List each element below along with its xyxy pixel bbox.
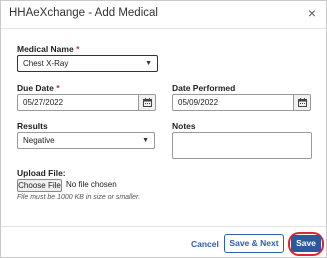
save-next-button[interactable]: Save & Next: [224, 234, 284, 253]
dialog-titlebar: HHAeXchange - Add Medical ×: [1, 1, 326, 29]
dialog-title: HHAeXchange - Add Medical: [9, 7, 158, 19]
due-date-value: 05/27/2022: [23, 98, 64, 107]
required-marker: *: [56, 83, 60, 93]
chevron-down-icon: ▼: [145, 60, 152, 67]
footer-divider: [1, 226, 326, 227]
due-date-label: Due Date *: [17, 83, 60, 93]
due-date-label-text: Due Date: [17, 83, 54, 93]
notes-textarea[interactable]: [172, 132, 312, 159]
medical-name-label-text: Medical Name: [17, 44, 74, 54]
date-performed-label: Date Performed: [172, 83, 236, 93]
upload-file-label: Upload File:: [17, 168, 66, 178]
due-date-input[interactable]: 05/27/2022: [17, 94, 139, 111]
date-performed-value: 05/09/2022: [178, 98, 219, 107]
due-date-calendar-button[interactable]: [139, 94, 156, 111]
notes-label: Notes: [172, 121, 196, 131]
date-performed-input[interactable]: 05/09/2022: [172, 94, 294, 111]
save-button[interactable]: Save: [291, 235, 321, 252]
file-status-text: No file chosen: [66, 180, 117, 189]
medical-name-select[interactable]: Chest X-Ray ▼: [17, 55, 158, 72]
add-medical-dialog: HHAeXchange - Add Medical × Medical Name…: [0, 0, 327, 258]
chevron-down-icon: ▼: [142, 137, 149, 144]
calendar-icon: [298, 98, 307, 107]
required-marker: *: [76, 44, 80, 54]
results-select[interactable]: Negative ▼: [17, 132, 155, 149]
cancel-button[interactable]: Cancel: [191, 239, 219, 249]
results-value: Negative: [23, 136, 55, 145]
choose-file-button[interactable]: Choose File: [17, 179, 62, 192]
medical-name-value: Chest X-Ray: [23, 59, 69, 68]
date-performed-calendar-button[interactable]: [294, 94, 311, 111]
results-label: Results: [17, 121, 48, 131]
close-icon[interactable]: ×: [308, 6, 316, 20]
medical-name-label: Medical Name *: [17, 44, 79, 54]
calendar-icon: [143, 98, 152, 107]
upload-hint-text: File must be 1000 KB in size or smaller.: [17, 194, 141, 201]
